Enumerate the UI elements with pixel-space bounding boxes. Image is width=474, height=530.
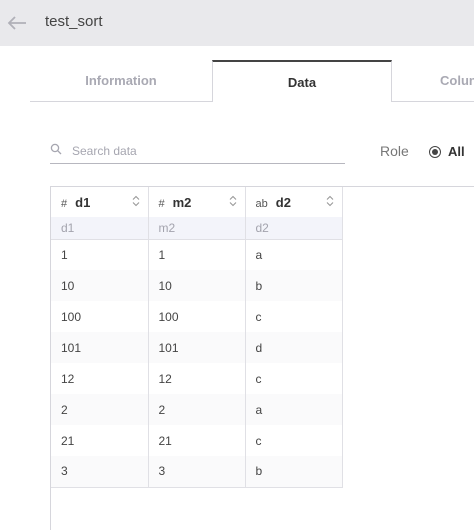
sort-icon[interactable] xyxy=(326,195,334,207)
table-row[interactable]: 10 10 b xyxy=(51,270,343,301)
table-cell[interactable]: 21 xyxy=(51,425,149,456)
table-row[interactable]: 12 12 c xyxy=(51,363,343,394)
role-all-label[interactable]: All xyxy=(448,144,465,159)
tab-bar: Information Data Colun xyxy=(30,60,474,102)
table-cell[interactable]: 101 xyxy=(51,332,149,363)
table-cell[interactable]: 1 xyxy=(51,239,149,270)
sort-icon[interactable] xyxy=(132,195,140,207)
tab-information[interactable]: Information xyxy=(30,60,212,101)
table-cell[interactable]: 10 xyxy=(51,270,149,301)
table-cell[interactable]: 10 xyxy=(148,270,246,301)
table-cell[interactable]: c xyxy=(245,425,343,456)
table-row[interactable]: 101 101 d xyxy=(51,332,343,363)
column-name: d2 xyxy=(275,194,291,210)
table-cell[interactable]: 12 xyxy=(148,363,246,394)
table-row[interactable]: 1 1 a xyxy=(51,239,343,270)
table-cell[interactable]: 2 xyxy=(51,394,149,425)
column-name: d1 xyxy=(75,194,91,210)
search-input[interactable] xyxy=(70,140,344,162)
top-bar: test_sort xyxy=(0,0,474,46)
column-header-m2[interactable]: # m2 xyxy=(148,187,246,217)
role-all-radio[interactable] xyxy=(429,146,441,158)
search-icon xyxy=(50,143,62,155)
table-cell[interactable]: 2 xyxy=(148,394,246,425)
table-cell[interactable]: 21 xyxy=(148,425,246,456)
table-row[interactable]: 3 3 b xyxy=(51,456,343,488)
table-cell[interactable]: a xyxy=(245,239,343,270)
table-cell[interactable]: c xyxy=(245,363,343,394)
numeric-type-icon: # xyxy=(61,197,68,210)
table-cell[interactable]: a xyxy=(245,394,343,425)
tab-data[interactable]: Data xyxy=(212,60,392,102)
column-header-d2[interactable]: ab d2 xyxy=(245,187,343,217)
grid-subheader-row: d1 m2 d2 xyxy=(51,217,343,240)
table-cell[interactable]: 3 xyxy=(51,456,149,488)
table-cell[interactable]: c xyxy=(245,301,343,332)
arrow-left-icon xyxy=(7,16,26,30)
table-row[interactable]: 21 21 c xyxy=(51,425,343,456)
column-header-d1[interactable]: # d1 xyxy=(51,187,149,217)
data-grid: # d1 # m2 ab d2 d1 m2 d2 1 1 a 10 10 b 100 … xyxy=(51,187,343,488)
search-box xyxy=(50,138,345,164)
table-cell[interactable]: 1 xyxy=(148,239,246,270)
role-label: Role xyxy=(380,143,409,159)
table-cell[interactable]: 3 xyxy=(148,456,246,488)
column-subtitle: d2 xyxy=(245,217,343,240)
table-cell[interactable]: b xyxy=(245,456,343,488)
tab-columns[interactable]: Colun xyxy=(410,60,474,101)
radio-selected-dot xyxy=(432,149,438,155)
table-cell[interactable]: b xyxy=(245,270,343,301)
grid-header-row: # d1 # m2 ab d2 xyxy=(51,187,343,217)
numeric-type-icon: # xyxy=(158,197,165,210)
table-cell[interactable]: d xyxy=(245,332,343,363)
column-subtitle: m2 xyxy=(148,217,246,240)
table-cell[interactable]: 101 xyxy=(148,332,246,363)
back-button[interactable] xyxy=(4,10,30,36)
table-cell[interactable]: 12 xyxy=(51,363,149,394)
column-name: m2 xyxy=(172,194,192,210)
table-row[interactable]: 2 2 a xyxy=(51,394,343,425)
table-cell[interactable]: 100 xyxy=(148,301,246,332)
string-type-icon: ab xyxy=(255,197,268,210)
table-row[interactable]: 100 100 c xyxy=(51,301,343,332)
table-cell[interactable]: 100 xyxy=(51,301,149,332)
column-subtitle: d1 xyxy=(51,217,149,240)
page-title: test_sort xyxy=(45,13,103,30)
sort-icon[interactable] xyxy=(229,195,237,207)
